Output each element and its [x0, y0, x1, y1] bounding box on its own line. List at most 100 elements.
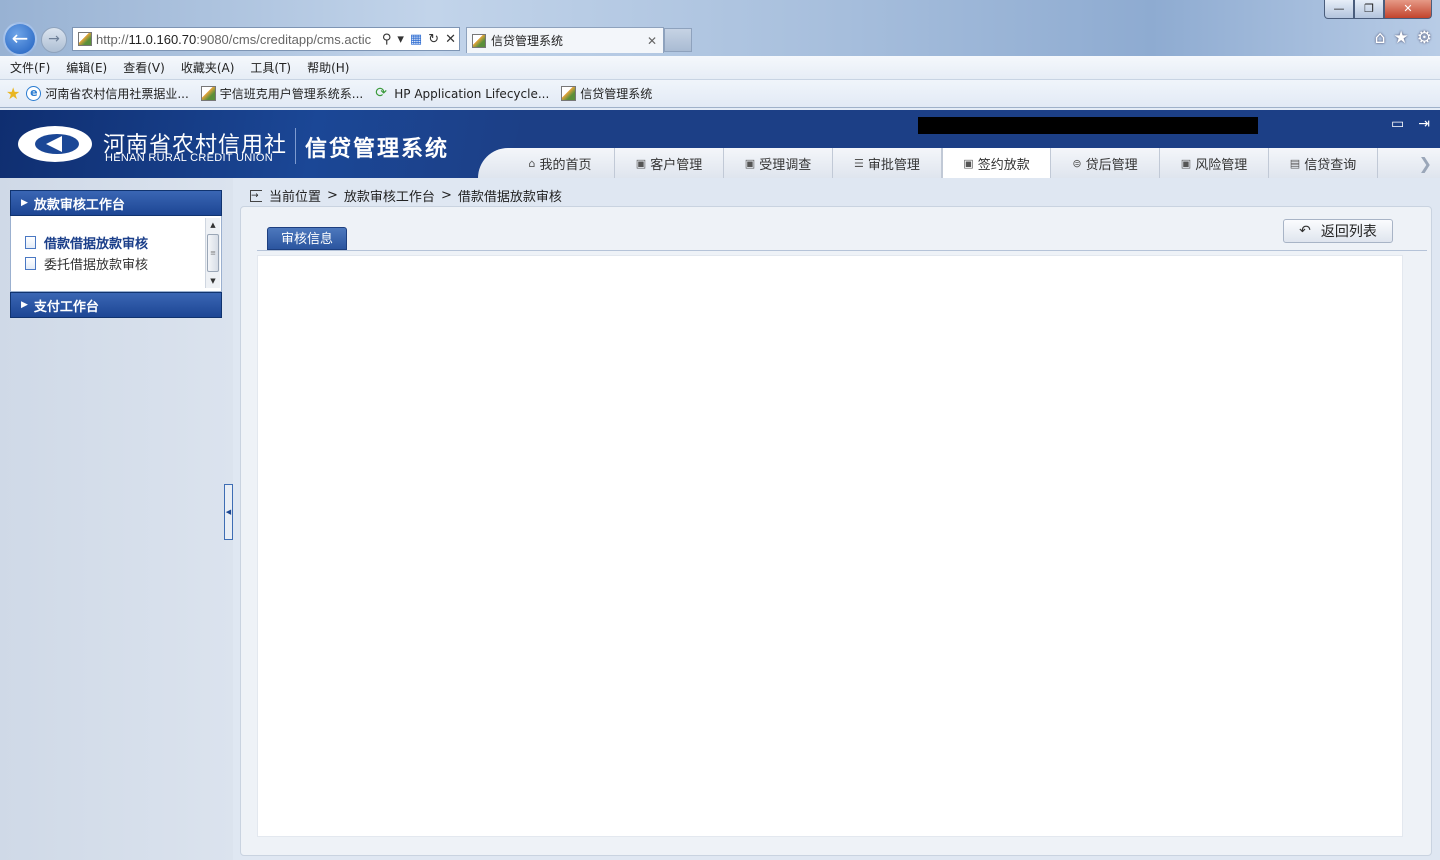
stop-icon[interactable]: ✕	[445, 32, 456, 47]
favorite-link[interactable]: 宇信班克用户管理系统系...	[200, 85, 363, 102]
nav-tab-label: 客户管理	[650, 157, 703, 173]
close-window-button[interactable]: ✕	[1384, 0, 1432, 19]
breadcrumb-label: 当前位置	[269, 190, 322, 205]
favorite-link[interactable]: e 河南省农村信用社票据业...	[26, 85, 189, 102]
main-content: → 当前位置 > 放款审核工作台 > 借款借据放款审核 审核信息 ↶ 返回列表	[240, 178, 1440, 860]
tab-review-info[interactable]: 审核信息	[267, 227, 347, 250]
home-icon[interactable]: ⌂	[1375, 28, 1386, 48]
breadcrumb-item[interactable]: 借款借据放款审核	[458, 186, 562, 205]
document-icon	[25, 257, 36, 270]
logout-icon[interactable]: ⇥	[1418, 116, 1430, 132]
minimize-button[interactable]: —	[1324, 0, 1354, 19]
sidebar-panel-header[interactable]: ▶ 支付工作台	[10, 292, 222, 318]
monitor-icon[interactable]: ▭	[1391, 116, 1404, 132]
menu-favorites[interactable]: 收藏夹(A)	[181, 59, 235, 76]
settings-gear-icon[interactable]: ⚙	[1417, 28, 1432, 48]
menu-edit[interactable]: 编辑(E)	[66, 59, 107, 76]
scroll-thumb[interactable]: ≡	[207, 234, 219, 272]
document-icon	[25, 236, 36, 249]
sidebar-collapse-handle[interactable]: ◀	[224, 484, 233, 540]
sidebar-panel-payment: ▶ 支付工作台	[10, 292, 222, 318]
ie-icon: e	[26, 86, 42, 101]
nav-scroll-right-icon[interactable]: ❯	[1419, 154, 1432, 173]
forward-button[interactable]: →	[41, 27, 67, 53]
customer-icon: ▣	[635, 156, 647, 170]
sidebar-item-loan-receipt-review[interactable]: 借款借据放款审核	[11, 232, 221, 253]
home-icon: ⌂	[528, 156, 536, 170]
nav-tab-label: 我的首页	[539, 157, 592, 173]
breadcrumb-separator: >	[440, 188, 452, 203]
browser-menubar: 文件(F) 编辑(E) 查看(V) 收藏夹(A) 工具(T) 帮助(H)	[0, 56, 1440, 80]
refresh-icon[interactable]: ↻	[428, 32, 439, 47]
nav-tab-label: 审批管理	[867, 157, 920, 173]
back-to-list-label: 返回列表	[1320, 224, 1377, 240]
url-prefix: http://	[96, 31, 129, 47]
new-tab-button[interactable]	[664, 28, 692, 52]
arrow-left-icon: ←	[11, 26, 29, 50]
main-nav: ⌂ 我的首页 ▣ 客户管理 ▣ 受理调查 ☰ 审批管理 ▣ 签约放款 ⊜ 贷后管理 ▣ 风险管理 ▤ 信贷查询	[506, 148, 1378, 178]
app-header: 河南省农村信用社 HENAN RURAL CREDIT UNION 信贷管理系统…	[0, 110, 1440, 178]
back-button[interactable]: ←	[3, 22, 37, 56]
undo-arrow-icon: ↶	[1299, 223, 1311, 239]
redacted-user-info	[918, 117, 1258, 134]
expand-arrow-icon: ▶	[21, 300, 28, 310]
expand-arrow-icon: ▶	[21, 198, 28, 208]
nav-tab-label: 受理调查	[759, 157, 812, 173]
nav-tab-query[interactable]: ▤ 信贷查询	[1269, 148, 1378, 178]
breadcrumb-item[interactable]: 放款审核工作台	[344, 186, 435, 205]
browser-tab[interactable]: 信贷管理系统 ✕	[466, 27, 664, 53]
contract-icon: ▣	[963, 157, 974, 170]
address-url[interactable]: http://11.0.160.70:9080/cms/creditapp/cm…	[96, 32, 379, 47]
scroll-down-icon[interactable]: ▼	[206, 274, 220, 288]
compat-view-icon[interactable]: ▦	[410, 32, 422, 47]
favorite-label: 河南省农村信用社票据业...	[45, 87, 189, 101]
location-icon: →	[250, 189, 262, 202]
scroll-up-icon[interactable]: ▲	[206, 218, 220, 232]
favorite-link[interactable]: ⟳ HP Application Lifecycle...	[375, 86, 549, 101]
nav-tab-postloan[interactable]: ⊜ 贷后管理	[1051, 148, 1160, 178]
review-info-frame	[257, 255, 1403, 837]
arrow-right-icon: →	[48, 31, 60, 47]
nav-tab-customer[interactable]: ▣ 客户管理	[615, 148, 724, 178]
favorites-star-icon[interactable]: ★	[1394, 28, 1409, 48]
logo-divider	[295, 128, 296, 164]
nav-tab-risk[interactable]: ▣ 风险管理	[1160, 148, 1269, 178]
sidebar-scrollbar[interactable]: ▲ ≡ ▼	[205, 218, 220, 288]
nav-tab-survey[interactable]: ▣ 受理调查	[724, 148, 833, 178]
favorite-link[interactable]: 信贷管理系统	[561, 85, 652, 102]
nav-tab-label: 贷后管理	[1085, 157, 1138, 173]
risk-icon: ▣	[1180, 156, 1192, 170]
browser-tools: ⌂ ★ ⚙	[1375, 28, 1432, 48]
page-favicon	[78, 32, 92, 46]
nav-tab-list[interactable]: ☰ 审批管理	[833, 148, 942, 178]
page-icon	[561, 86, 577, 101]
menu-tools[interactable]: 工具(T)	[250, 59, 291, 76]
favorites-add-icon[interactable]: ★	[6, 84, 20, 103]
dropdown-icon[interactable]: ▾	[397, 32, 404, 47]
sidebar-panel-body: 借款借据放款审核 委托借据放款审核 ▲ ≡ ▼	[10, 216, 222, 292]
sidebar-panel-header[interactable]: ▶ 放款审核工作台	[10, 190, 222, 216]
list-icon: ☰	[854, 156, 864, 170]
postloan-icon: ⊜	[1072, 156, 1082, 170]
breadcrumb: → 当前位置 > 放款审核工作台 > 借款借据放款审核	[250, 186, 562, 205]
window-controls: — ❐ ✕	[1324, 0, 1432, 19]
tab-favicon	[472, 33, 486, 48]
menu-view[interactable]: 查看(V)	[123, 59, 165, 76]
content-panel: 审核信息 ↶ 返回列表	[240, 206, 1432, 856]
nav-tab-label: 风险管理	[1195, 157, 1248, 173]
sidebar-item-entrusted-receipt-review[interactable]: 委托借据放款审核	[11, 253, 221, 274]
favorite-label: HP Application Lifecycle...	[394, 86, 550, 101]
back-to-list-button[interactable]: ↶ 返回列表	[1283, 219, 1393, 243]
tab-divider	[257, 250, 1427, 251]
nav-tab-contract[interactable]: ▣ 签约放款	[942, 148, 1051, 178]
search-icon[interactable]: ⚲	[382, 32, 392, 47]
breadcrumb-separator: >	[327, 188, 338, 203]
nav-tab-home[interactable]: ⌂ 我的首页	[506, 148, 615, 178]
address-bar[interactable]: http://11.0.160.70:9080/cms/creditapp/cm…	[72, 27, 460, 51]
survey-icon: ▣	[744, 156, 756, 170]
menu-help[interactable]: 帮助(H)	[307, 59, 349, 76]
close-tab-icon[interactable]: ✕	[647, 34, 657, 48]
org-name-en: HENAN RURAL CREDIT UNION	[105, 152, 273, 164]
menu-file[interactable]: 文件(F)	[10, 59, 50, 76]
restore-button[interactable]: ❐	[1354, 0, 1384, 19]
